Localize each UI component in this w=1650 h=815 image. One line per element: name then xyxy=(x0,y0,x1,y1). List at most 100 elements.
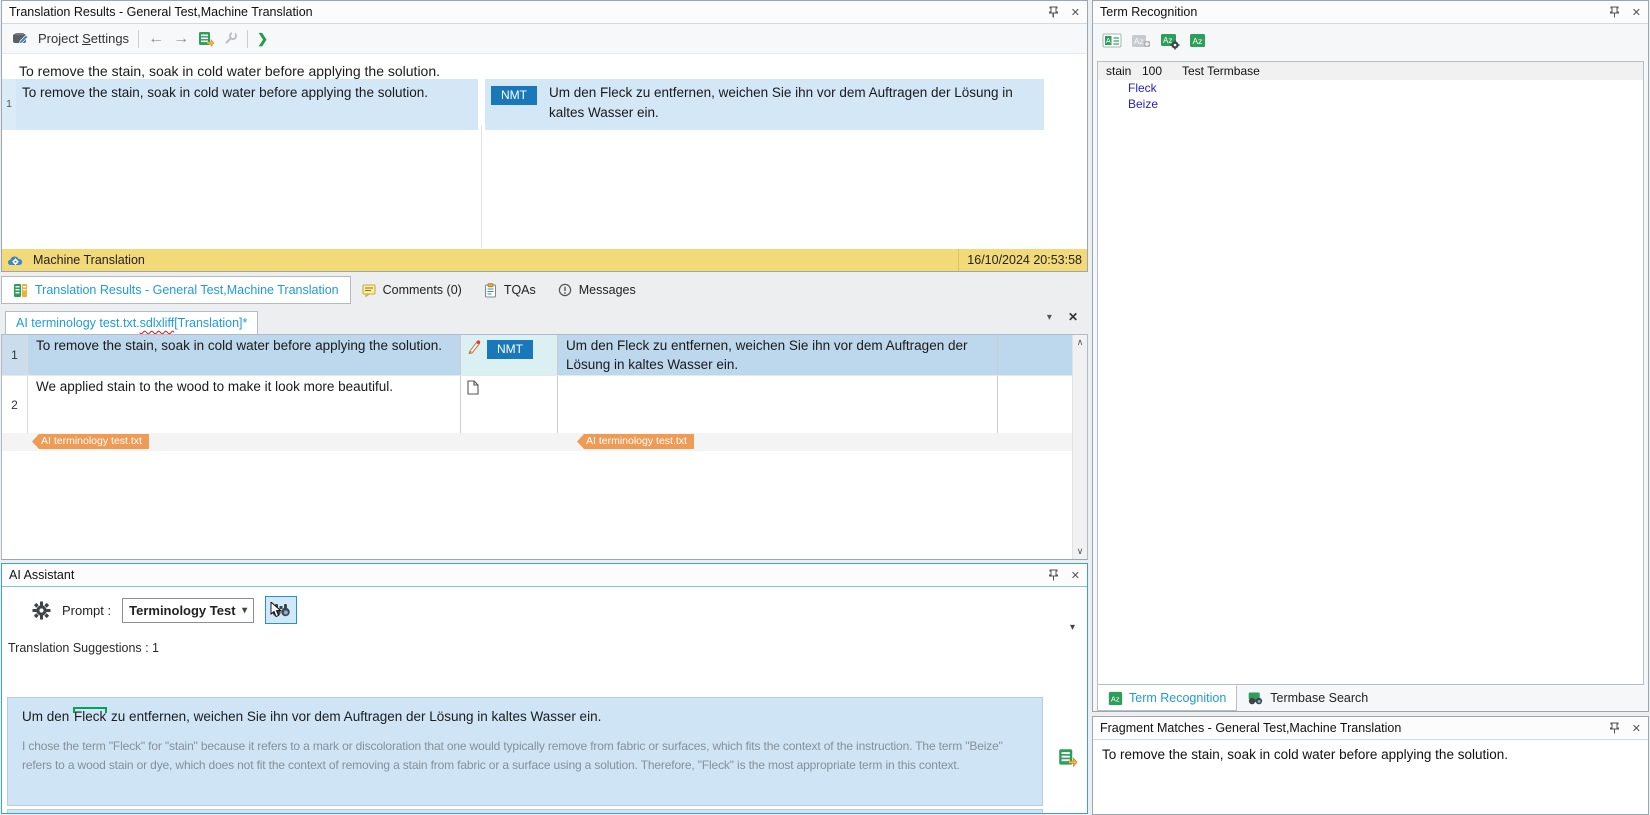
term-entry-row[interactable]: stain 100 Test Termbase xyxy=(1098,62,1643,80)
prompt-dropdown-value: Terminology Test xyxy=(129,602,236,618)
expand-toolbar-icon[interactable]: ❯ xyxy=(257,31,268,47)
apply-suggestion-button[interactable] xyxy=(1056,746,1078,768)
fragment-matches-titlebar: Fragment Matches - General Test,Machine … xyxy=(1093,717,1648,740)
document-list-dropdown-icon[interactable]: ▾ xyxy=(1047,312,1052,323)
editor-vertical-scrollbar[interactable]: ∧ ∨ xyxy=(1072,335,1087,559)
view-termbases-icon[interactable]: A xyxy=(1102,32,1122,50)
ai-assistant-toolbar: Prompt : Terminology Test ▾ xyxy=(2,588,298,632)
toolbar-separator xyxy=(247,29,249,48)
tab-label: Comments (0) xyxy=(382,283,462,297)
sort-terms-icon[interactable]: Az xyxy=(1189,32,1207,50)
close-icon[interactable]: ✕ xyxy=(1071,6,1080,19)
segment-target-cell[interactable] xyxy=(558,376,998,433)
segment-status-cell xyxy=(460,376,558,433)
verify-wrench-icon[interactable] xyxy=(223,31,238,46)
prompt-dropdown[interactable]: Terminology Test ▾ xyxy=(122,597,255,623)
editor-grid: 1 To remove the stain, soak in cold wate… xyxy=(1,334,1088,560)
file-boundary-row: AI terminology test.txt AI terminology t… xyxy=(2,433,1087,451)
pin-icon[interactable] xyxy=(1048,6,1058,18)
ai-assistant-title: AI Assistant xyxy=(9,568,75,582)
hitlist-settings-icon[interactable]: Az xyxy=(1160,32,1180,50)
apply-translation-icon xyxy=(1058,748,1077,767)
term-dock-tabs: Az Term Recognition Termbase Search xyxy=(1097,685,1378,711)
messages-icon xyxy=(558,283,572,297)
term-recognition-titlebar: Term Recognition ✕ xyxy=(1093,1,1648,24)
tm-row-target: Um den Fleck zu entfernen, weichen Sie i… xyxy=(549,85,1013,121)
project-settings-button[interactable]: Project Settings xyxy=(38,31,129,46)
previous-result-button[interactable]: ← xyxy=(148,30,164,48)
term-text: stain xyxy=(1106,64,1132,78)
lookup-dock-tabs: Translation Results - General Test,Machi… xyxy=(1,276,1088,304)
tab-term-recognition[interactable]: Az Term Recognition xyxy=(1097,685,1238,711)
suggestion-sentence: Um den Fleck zu entfernen, weichen Sie i… xyxy=(22,707,602,724)
tm-result-row[interactable]: 1 To remove the stain, soak in cold wate… xyxy=(2,79,1044,130)
translation-results-tab-icon xyxy=(13,283,28,298)
term-hitlist: stain 100 Test Termbase Fleck Beize xyxy=(1097,61,1644,685)
svg-text:Az: Az xyxy=(1111,694,1120,703)
tab-termbase-search[interactable]: Termbase Search xyxy=(1237,685,1378,711)
close-document-icon[interactable]: ✕ xyxy=(1068,310,1078,324)
termbase-name: Test Termbase xyxy=(1182,64,1260,78)
tab-tqas[interactable]: TQAs xyxy=(473,276,547,304)
fragment-matches-panel: Fragment Matches - General Test,Machine … xyxy=(1092,716,1649,815)
lookup-source-text: To remove the stain, soak in cold water … xyxy=(19,63,441,79)
tqas-icon xyxy=(484,282,497,298)
machine-translation-label: Machine Translation xyxy=(33,253,145,267)
fragment-matches-title: Fragment Matches - General Test,Machine … xyxy=(1100,721,1402,735)
tab-label: Messages xyxy=(578,283,636,297)
translation-suggestions-label: Translation Suggestions : 1 xyxy=(8,641,160,655)
next-result-button[interactable]: → xyxy=(173,30,189,48)
pin-icon[interactable] xyxy=(1048,569,1058,581)
translation-results-toolbar: Project Settings ← → ❯ xyxy=(2,24,1087,54)
close-icon[interactable]: ✕ xyxy=(1632,722,1641,735)
translation-suggestion-card[interactable]: Um den Fleck zu entfernen, weichen Sie i… xyxy=(7,697,1043,806)
tab-label: Term Recognition xyxy=(1129,691,1227,705)
edited-pencil-icon xyxy=(467,339,481,354)
prompt-label: Prompt : xyxy=(62,602,112,618)
segment-number: 2 xyxy=(2,376,28,433)
pin-icon[interactable] xyxy=(1609,722,1619,734)
tab-label: Translation Results - General Test,Machi… xyxy=(35,283,339,297)
run-prompt-button[interactable] xyxy=(265,596,298,624)
source-file-tag: AI terminology test.txt xyxy=(32,434,149,449)
segment-source-cell[interactable]: To remove the stain, soak in cold water … xyxy=(28,335,460,375)
term-match-score: 100 xyxy=(1142,64,1163,78)
close-icon[interactable]: ✕ xyxy=(1632,6,1641,19)
tab-translation-results[interactable]: Translation Results - General Test,Machi… xyxy=(1,276,351,304)
scroll-up-icon[interactable]: ∧ xyxy=(1077,337,1084,348)
apply-translation-icon[interactable] xyxy=(198,31,215,47)
suggestion-explanation: I chose the term "Fleck" for "stain" bec… xyxy=(22,739,1003,772)
tm-row-gap xyxy=(478,79,485,130)
nmt-origin-badge: NMT xyxy=(487,340,533,359)
gear-icon[interactable] xyxy=(32,601,51,620)
pin-icon[interactable] xyxy=(1609,6,1619,18)
segment-status-cell: NMT xyxy=(460,335,558,375)
trados-studio-window: Translation Results - General Test,Machi… xyxy=(0,0,1650,815)
segment-target-cell[interactable]: Um den Fleck zu entfernen, weichen Sie i… xyxy=(558,335,998,375)
flagged-filename-part: sdlxliff xyxy=(139,316,175,330)
scroll-down-icon[interactable]: ∨ xyxy=(1077,546,1084,557)
document-tab[interactable]: AI terminology test.txt. sdlxliff [Transl… xyxy=(5,311,259,334)
add-term-icon[interactable]: Az xyxy=(1131,32,1151,50)
svg-text:A: A xyxy=(1106,38,1111,45)
tm-row-number: 1 xyxy=(2,79,16,130)
fragment-source-text: To remove the stain, soak in cold water … xyxy=(1102,747,1508,762)
tab-comments[interactable]: Comments (0) xyxy=(351,276,473,304)
target-file-tag: AI terminology test.txt xyxy=(577,434,694,449)
close-icon[interactable]: ✕ xyxy=(1071,569,1080,582)
tab-label: Termbase Search xyxy=(1270,691,1369,705)
svg-text:Az: Az xyxy=(1193,36,1203,46)
panel-options-dropdown-icon[interactable]: ▾ xyxy=(1070,622,1075,633)
segment-row-2: 2 We applied stain to the wood to make i… xyxy=(2,375,1087,433)
machine-translation-cloud-icon xyxy=(7,253,25,267)
ai-assistant-titlebar: AI Assistant ✕ xyxy=(2,564,1087,587)
tm-row-source: To remove the stain, soak in cold water … xyxy=(16,79,478,130)
tab-messages[interactable]: Messages xyxy=(547,276,647,304)
highlighted-term: Fleck xyxy=(73,707,108,724)
toolbar-separator xyxy=(138,29,140,48)
term-translation-link[interactable]: Fleck xyxy=(1098,80,1157,96)
term-recognition-toolbar: A Az Az Az xyxy=(1093,24,1648,57)
term-translation-link[interactable]: Beize xyxy=(1098,96,1158,112)
segment-source-cell[interactable]: We applied stain to the wood to make it … xyxy=(28,376,460,433)
svg-text:Az: Az xyxy=(1134,37,1143,46)
